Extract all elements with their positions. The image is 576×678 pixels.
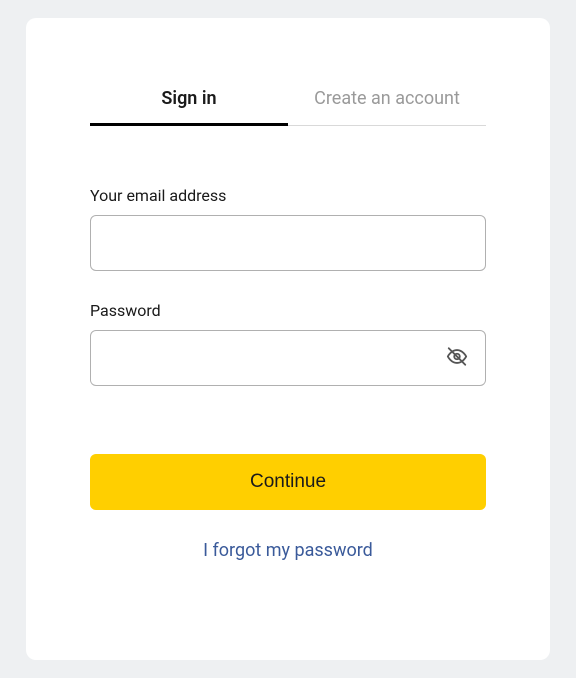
password-field-group: Password [90,301,486,386]
forgot-password-link[interactable]: I forgot my password [90,540,486,561]
eye-off-icon [446,356,468,371]
email-input[interactable] [90,215,486,271]
toggle-password-visibility-button[interactable] [442,342,472,375]
password-label: Password [90,301,486,320]
email-label: Your email address [90,186,486,205]
continue-button[interactable]: Continue [90,454,486,510]
password-input[interactable] [90,330,486,386]
auth-tabs: Sign in Create an account [90,88,486,126]
tab-create-account[interactable]: Create an account [288,88,486,125]
signin-card: Sign in Create an account Your email add… [26,18,550,660]
email-field-group: Your email address [90,186,486,271]
tab-signin[interactable]: Sign in [90,88,288,125]
